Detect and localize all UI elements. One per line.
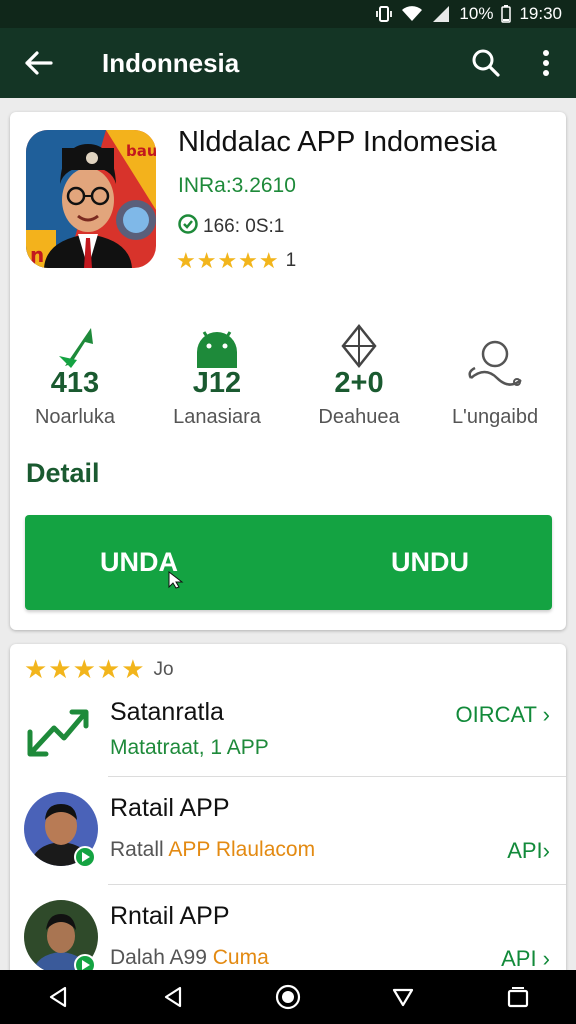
- divider: [108, 776, 566, 777]
- list-item[interactable]: Ratail APP Ratall APP Rlaulacom API›: [10, 790, 566, 886]
- android-icon: [152, 322, 282, 368]
- home-circle-icon[interactable]: [258, 970, 318, 1024]
- stats-row: 413 Noarluka J12 Lanasiara 2+0 Deahuea L…: [10, 322, 566, 432]
- install-label-right: UNDU: [391, 547, 469, 577]
- clock-text: 19:30: [519, 4, 562, 23]
- app-icon[interactable]: bau ɲ: [26, 130, 156, 268]
- list-header: ★★★★★ Jo: [24, 654, 174, 685]
- header-rating-text: Jo: [153, 658, 174, 680]
- trending-arrow-icon: [24, 702, 94, 763]
- app-rating: ★★★★★ 1: [176, 248, 296, 274]
- list-item-title: Ratail APP: [110, 794, 230, 822]
- stat-android: J12 Lanasiara: [152, 322, 282, 429]
- list-item-desc: Ratall APP Rlaulacom: [110, 838, 315, 862]
- stat-downloads: 413 Noarluka: [10, 322, 140, 429]
- list-item[interactable]: Satanratla Matatraat, 1 APP OIRCAT ›: [10, 694, 566, 776]
- stat-label: Lanasiara: [173, 406, 261, 428]
- user-outline-icon: [430, 322, 560, 398]
- svg-text:bau: bau: [126, 142, 156, 160]
- list-item-desc: Matatraat, 1 APP: [110, 736, 269, 759]
- rating-count: 1: [285, 250, 297, 271]
- detail-heading: Detail: [26, 458, 100, 488]
- more-vert-icon[interactable]: [516, 28, 576, 98]
- vibrate-icon: [375, 5, 393, 23]
- list-item-desc: Dalah A99 Cuma: [110, 946, 269, 970]
- back-triangle-icon[interactable]: [28, 970, 88, 1024]
- cursor-icon: [168, 570, 184, 594]
- battery-icon: [501, 5, 512, 23]
- back-triangle-icon[interactable]: [143, 970, 203, 1024]
- stat-label: Noarluka: [34, 406, 116, 428]
- app-developer[interactable]: INRa:3.2610: [178, 174, 296, 198]
- stat-kite: 2+0 Deahuea: [294, 322, 424, 429]
- install-label-left: UNDA: [100, 547, 178, 577]
- list-item-link[interactable]: API ›: [501, 946, 550, 972]
- list-item-desc-highlight: APP Rlaulacom: [168, 838, 316, 861]
- list-item-desc-prefix: Ratall: [110, 838, 169, 861]
- header-rating-stars: ★★★★★: [24, 654, 146, 684]
- verified-check-icon: [178, 214, 198, 240]
- install-button[interactable]: UNDA UNDU: [25, 515, 552, 610]
- stat-value: J12: [192, 367, 242, 399]
- status-bar: 10% 19:30: [0, 0, 576, 28]
- list-item-desc-prefix: Dalah A99: [110, 946, 213, 969]
- app-meta-text: 166: 0S:1: [203, 216, 285, 237]
- related-list-card: ★★★★★ Jo Satanratla Matatraat, 1 APP OIR…: [10, 644, 566, 1024]
- list-item-title: Satanratla: [110, 698, 224, 726]
- back-arrow-icon[interactable]: [0, 28, 76, 98]
- recents-icon[interactable]: [488, 970, 548, 1024]
- app-meta: 166: 0S:1: [178, 214, 284, 240]
- list-item-title: Rntail APP: [110, 902, 230, 930]
- list-item-link[interactable]: API›: [507, 838, 550, 864]
- app-name: Nlddalac APP Indomesia: [178, 126, 497, 158]
- down-triangle-icon[interactable]: [373, 970, 433, 1024]
- svg-text:ɲ: ɲ: [29, 243, 44, 267]
- divider: [108, 884, 566, 885]
- play-badge-icon: [74, 846, 96, 873]
- list-item-link[interactable]: OIRCAT ›: [455, 702, 550, 728]
- stat-label: Deahuea: [318, 406, 400, 428]
- navigation-bar: [0, 970, 576, 1024]
- rating-stars: ★★★★★: [176, 248, 280, 273]
- stat-user: L'ungaibd: [430, 322, 560, 429]
- signal-icon: [431, 5, 451, 23]
- stat-value: 2+0: [334, 367, 384, 399]
- search-icon[interactable]: [456, 28, 516, 98]
- kite-icon: [294, 322, 424, 368]
- battery-text: 10%: [459, 4, 494, 23]
- download-arrow-icon: [10, 322, 140, 368]
- wifi-icon: [401, 5, 423, 23]
- app-details-card: bau ɲ Nlddalac APP Indomesia INRa:3.2610…: [10, 112, 566, 630]
- app-bar-title: Indonnesia: [102, 47, 240, 78]
- app-bar: Indonnesia: [0, 28, 576, 98]
- list-item-desc-highlight: Cuma: [212, 946, 269, 969]
- stat-label: L'ungaibd: [451, 406, 539, 428]
- stat-value: 413: [50, 367, 100, 399]
